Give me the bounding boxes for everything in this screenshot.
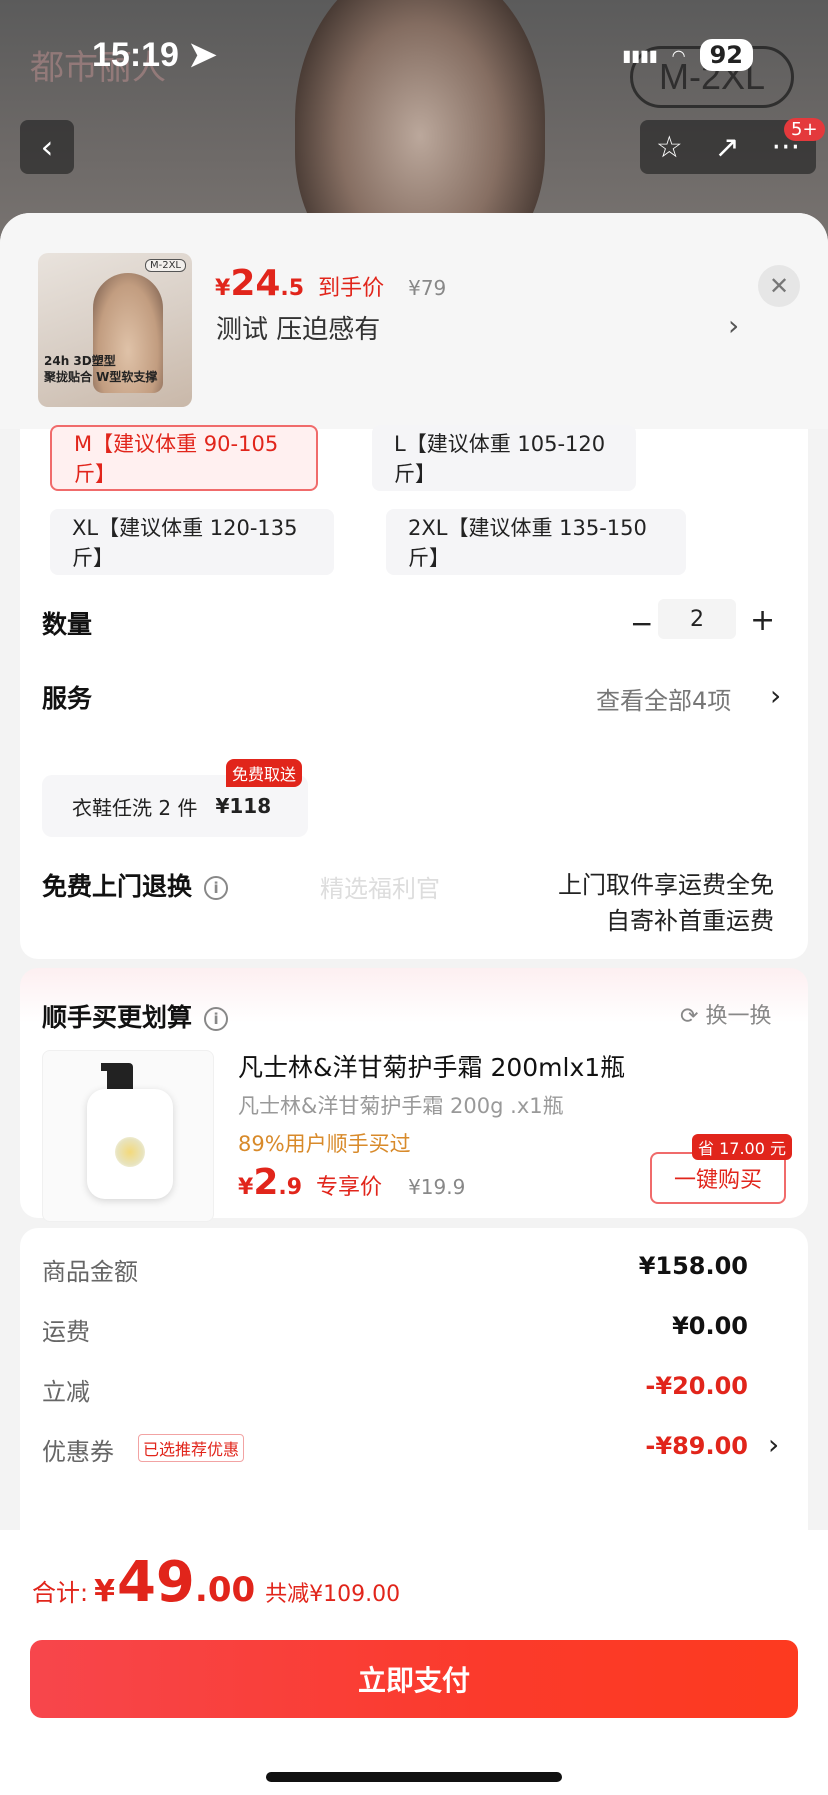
addon-title: 顺手买更划算 i: [42, 998, 229, 1034]
addon-price-integer: 2: [253, 1162, 279, 1203]
free-pickup-badge: 免费取送: [226, 759, 303, 787]
summary-value-coupon[interactable]: -¥89.00: [645, 1432, 748, 1460]
addon-product-spec: 凡士林&洋甘菊护手霜 200g .x1瓶: [238, 1094, 564, 1118]
close-button[interactable]: ✕: [758, 265, 800, 307]
total-decimal: .00: [194, 1570, 256, 1610]
size-option-l[interactable]: L【建议体重 105-120 斤】: [372, 425, 636, 491]
thumbnail-size-badge: M-2XL: [144, 259, 186, 272]
status-bar: 15:19 ➤ ▮▮▮▮ ◠ 92: [0, 30, 828, 80]
total-row: 合计: ¥ 49 .00 共减¥109.00: [32, 1550, 400, 1615]
battery-indicator: 92: [699, 39, 753, 71]
size-option-xl[interactable]: XL【建议体重 120-135 斤】: [50, 509, 334, 575]
chevron-right-icon[interactable]: ›: [770, 679, 781, 712]
final-price-tag: 到手价: [318, 276, 385, 301]
selected-spec[interactable]: 测试 压迫感有: [216, 309, 380, 346]
product-thumbnail[interactable]: M-2XL 24h 3D塑型 聚拢贴合 W型软支撑: [38, 253, 192, 407]
pay-now-button[interactable]: 立即支付: [30, 1640, 798, 1718]
summary-value-shipping: ¥0.00: [672, 1312, 748, 1340]
price-symbol: ¥: [215, 276, 231, 301]
share-icon[interactable]: ↗: [715, 130, 740, 165]
price-decimal: .5: [280, 276, 305, 301]
summary-label-shipping: 运费: [42, 1318, 90, 1346]
total-symbol: ¥: [94, 1574, 115, 1609]
coupon-recommended-tag: 已选推荐优惠: [138, 1434, 245, 1462]
message-count-badge: 5+: [784, 118, 825, 141]
save-amount-badge: 省 17.00 元: [692, 1134, 792, 1160]
thumbnail-slogan: 聚拢贴合 W型软支撑: [44, 370, 158, 384]
summary-value-subtotal: ¥158.00: [638, 1252, 748, 1280]
summary-label-coupon[interactable]: 优惠券: [42, 1432, 114, 1467]
service-chip-price: ¥118: [215, 794, 272, 818]
bottle-flower: [115, 1137, 145, 1167]
addon-price-symbol: ¥: [238, 1175, 254, 1200]
refresh-button[interactable]: ⟳ 换一换: [680, 998, 771, 1030]
return-policy-line2: 自寄补首重运费: [606, 907, 774, 935]
addon-card: 顺手买更划算 i ⟳ 换一换 凡士林&洋甘菊护手霜 200mlx1瓶 凡士林&洋甘…: [20, 968, 808, 1222]
signal-icon: ▮▮▮▮: [622, 45, 658, 65]
free-return-text: 免费上门退换: [42, 872, 193, 901]
wifi-icon: ◠: [671, 45, 686, 65]
info-icon[interactable]: i: [204, 876, 229, 900]
addon-social-proof: 89%用户顺手买过: [238, 1132, 411, 1156]
size-option-m[interactable]: M【建议体重 90-105 斤】: [50, 425, 318, 491]
close-icon: ✕: [768, 272, 790, 300]
options-card: M【建议体重 90-105 斤】 L【建议体重 105-120 斤】 XL【建议…: [20, 425, 808, 959]
chevron-right-icon[interactable]: ›: [728, 309, 739, 342]
checkout-footer: 合计: ¥ 49 .00 共减¥109.00 立即支付: [0, 1530, 828, 1795]
watermark: 精选福利官: [320, 875, 440, 903]
star-icon[interactable]: ☆: [656, 130, 683, 165]
view-all-services-link[interactable]: 查看全部4项: [596, 681, 731, 716]
size-option-2xl[interactable]: 2XL【建议体重 135-150 斤】: [386, 509, 686, 575]
summary-label-subtotal: 商品金额: [42, 1258, 138, 1286]
free-return-label: 免费上门退换 i: [42, 867, 229, 903]
original-price: ¥79: [408, 276, 447, 300]
summary-value-discount: -¥20.00: [645, 1372, 748, 1400]
thumbnail-caption: 24h 3D塑型 聚拢贴合 W型软支撑: [44, 353, 157, 385]
chevron-left-icon: ‹: [40, 128, 54, 166]
status-icons: ▮▮▮▮ ◠ 92: [622, 39, 753, 71]
service-chip-name: 衣鞋任洗 2 件: [72, 795, 198, 820]
info-icon[interactable]: i: [204, 1007, 229, 1031]
addon-price-decimal: .9: [278, 1175, 303, 1200]
total-label: 合计:: [32, 1579, 89, 1607]
refresh-icon: ⟳: [680, 1004, 699, 1029]
total-integer: 49: [116, 1550, 195, 1615]
quantity-input[interactable]: 2: [658, 599, 736, 639]
total-saved: 共减¥109.00: [265, 1582, 401, 1607]
addon-original-price: ¥19.9: [408, 1175, 466, 1199]
refresh-label: 换一换: [705, 1004, 772, 1029]
summary-label-discount: 立减: [42, 1378, 90, 1406]
thumbnail-mark: 24h 3D塑型: [44, 354, 116, 368]
addon-price-tag: 专享价: [316, 1175, 383, 1200]
addon-product-name[interactable]: 凡士林&洋甘菊护手霜 200mlx1瓶: [238, 1048, 625, 1084]
sheet-header: M-2XL 24h 3D塑型 聚拢贴合 W型软支撑 ¥ 24 .5 到手价 ¥7…: [0, 213, 828, 429]
service-label: 服务: [42, 684, 93, 713]
addon-title-text: 顺手买更划算: [42, 1003, 193, 1032]
addon-product-image[interactable]: [42, 1050, 214, 1222]
price-row: ¥ 24 .5 到手价 ¥79: [215, 263, 446, 304]
quantity-label: 数量: [42, 610, 93, 639]
quantity-decrease-button[interactable]: −: [630, 607, 653, 640]
order-summary-card: 商品金额 ¥158.00 运费 ¥0.00 立减 -¥20.00 优惠券 已选推…: [20, 1228, 808, 1558]
home-indicator: [266, 1772, 562, 1782]
quantity-increase-button[interactable]: +: [750, 603, 775, 638]
return-policy-line1: 上门取件享运费全免: [558, 871, 774, 899]
chevron-right-icon[interactable]: ›: [768, 1428, 779, 1461]
back-button[interactable]: ‹: [20, 120, 74, 174]
price-integer: 24: [230, 263, 281, 304]
addon-price-row: ¥ 2 .9 专享价 ¥19.9: [238, 1162, 465, 1203]
status-time: 15:19 ➤: [92, 36, 217, 74]
bottle-cap: [107, 1063, 133, 1089]
